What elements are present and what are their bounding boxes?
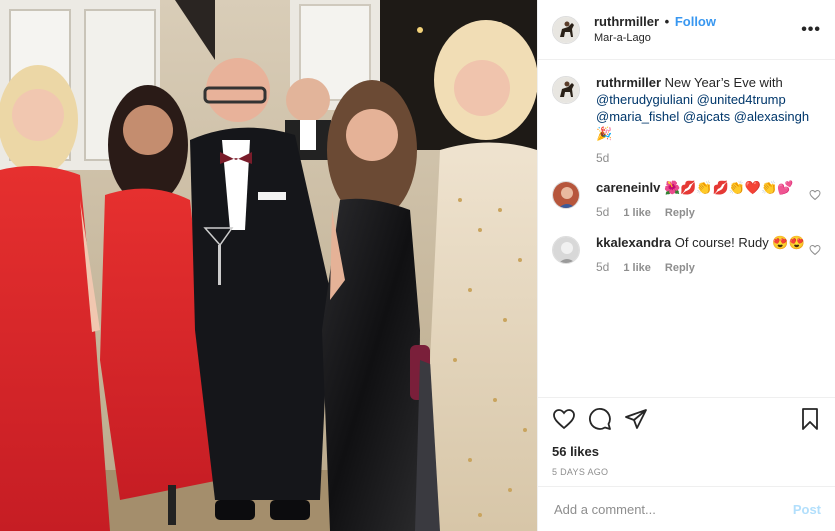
comment-username[interactable]: careneinlv	[596, 180, 660, 195]
comment-like-heart-icon[interactable]	[809, 189, 821, 201]
more-options-icon[interactable]: •••	[801, 21, 821, 39]
comment-icon[interactable]	[588, 407, 612, 436]
horse-avatar-icon	[553, 77, 579, 103]
caption-body: ruthrmiller New Year’s Eve with @therudy…	[596, 74, 821, 167]
author-avatar[interactable]	[552, 15, 580, 44]
horse-avatar-icon	[553, 16, 579, 43]
comment-likes[interactable]: 1 like	[623, 260, 651, 277]
caption-message: New Year’s Eve with	[664, 75, 783, 90]
mention-link[interactable]: @maria_fishel	[596, 109, 679, 124]
mention-link[interactable]: @united4trump	[697, 92, 786, 107]
add-comment-bar: Post	[538, 486, 835, 531]
comment-time[interactable]: 5d	[596, 204, 609, 221]
comment-time[interactable]: 5d	[596, 259, 609, 276]
comment-text: careneinlv 🌺💋👏💋👏❤️👏💕	[596, 179, 821, 196]
heart-icon[interactable]	[552, 407, 576, 436]
commenter-avatar[interactable]	[552, 181, 580, 209]
comment-body: careneinlv 🌺💋👏💋👏❤️👏💕 5d 1 like Reply	[596, 179, 821, 222]
mention-link[interactable]: @ajcats	[683, 109, 730, 124]
comment-likes[interactable]: 1 like	[623, 205, 651, 222]
caption-emoji: 🎉	[596, 126, 613, 141]
comment-body: kkalexandra Of course! Rudy 😍😍 5d 1 like…	[596, 234, 821, 277]
mention-link[interactable]: @alexasingh	[734, 109, 809, 124]
share-icon[interactable]	[624, 407, 648, 436]
comment-item: kkalexandra Of course! Rudy 😍😍 5d 1 like…	[552, 234, 821, 277]
caption-author-avatar[interactable]	[552, 76, 580, 104]
caption-meta: 5d	[596, 150, 821, 167]
comments-section: ruthrmiller New Year’s Eve with @therudy…	[538, 60, 835, 397]
post-side-panel: ruthrmiller • Follow Mar-a-Lago ••• ruth…	[537, 0, 835, 531]
comment-meta: 5d 1 like Reply	[596, 259, 821, 277]
location-link[interactable]: Mar-a-Lago	[594, 30, 801, 46]
author-username[interactable]: ruthrmiller	[594, 14, 659, 29]
follow-button[interactable]: Follow	[675, 14, 716, 29]
comment-meta: 5d 1 like Reply	[596, 204, 821, 222]
post-timestamp[interactable]: 5 DAYS AGO	[552, 467, 821, 477]
comment-input[interactable]	[552, 500, 793, 518]
comment-item: careneinlv 🌺💋👏💋👏❤️👏💕 5d 1 like Reply	[552, 179, 821, 222]
comment-username[interactable]: kkalexandra	[596, 235, 671, 250]
mention-link[interactable]: @therudygiuliani	[596, 92, 693, 107]
comment-like-heart-icon[interactable]	[809, 244, 821, 256]
instagram-post-modal: ruthrmiller • Follow Mar-a-Lago ••• ruth…	[0, 0, 835, 531]
caption-text: ruthrmiller New Year’s Eve with @therudy…	[596, 74, 821, 142]
action-icons-row	[552, 407, 821, 436]
user-avatar-icon	[553, 237, 579, 263]
bookmark-icon[interactable]	[799, 407, 821, 436]
caption: ruthrmiller New Year’s Eve with @therudy…	[552, 74, 821, 167]
reply-button[interactable]: Reply	[665, 260, 695, 277]
post-comment-button[interactable]: Post	[793, 502, 821, 517]
header-line: ruthrmiller • Follow	[594, 14, 801, 30]
reply-button[interactable]: Reply	[665, 205, 695, 222]
caption-time[interactable]: 5d	[596, 150, 609, 167]
post-header: ruthrmiller • Follow Mar-a-Lago •••	[538, 0, 835, 60]
party-photo-illustration	[0, 0, 537, 531]
separator-dot: •	[664, 13, 670, 29]
post-photo[interactable]	[0, 0, 537, 531]
post-actions: 56 likes 5 DAYS AGO	[538, 397, 835, 477]
comment-text: kkalexandra Of course! Rudy 😍😍	[596, 234, 821, 251]
comment-message: Of course! Rudy 😍😍	[674, 235, 805, 250]
user-avatar-icon	[553, 182, 579, 208]
comment-message: 🌺💋👏💋👏❤️👏💕	[663, 180, 794, 195]
likes-count[interactable]: 56 likes	[552, 444, 821, 459]
header-text: ruthrmiller • Follow Mar-a-Lago	[594, 14, 801, 46]
commenter-avatar[interactable]	[552, 236, 580, 264]
caption-username[interactable]: ruthrmiller	[596, 75, 661, 90]
